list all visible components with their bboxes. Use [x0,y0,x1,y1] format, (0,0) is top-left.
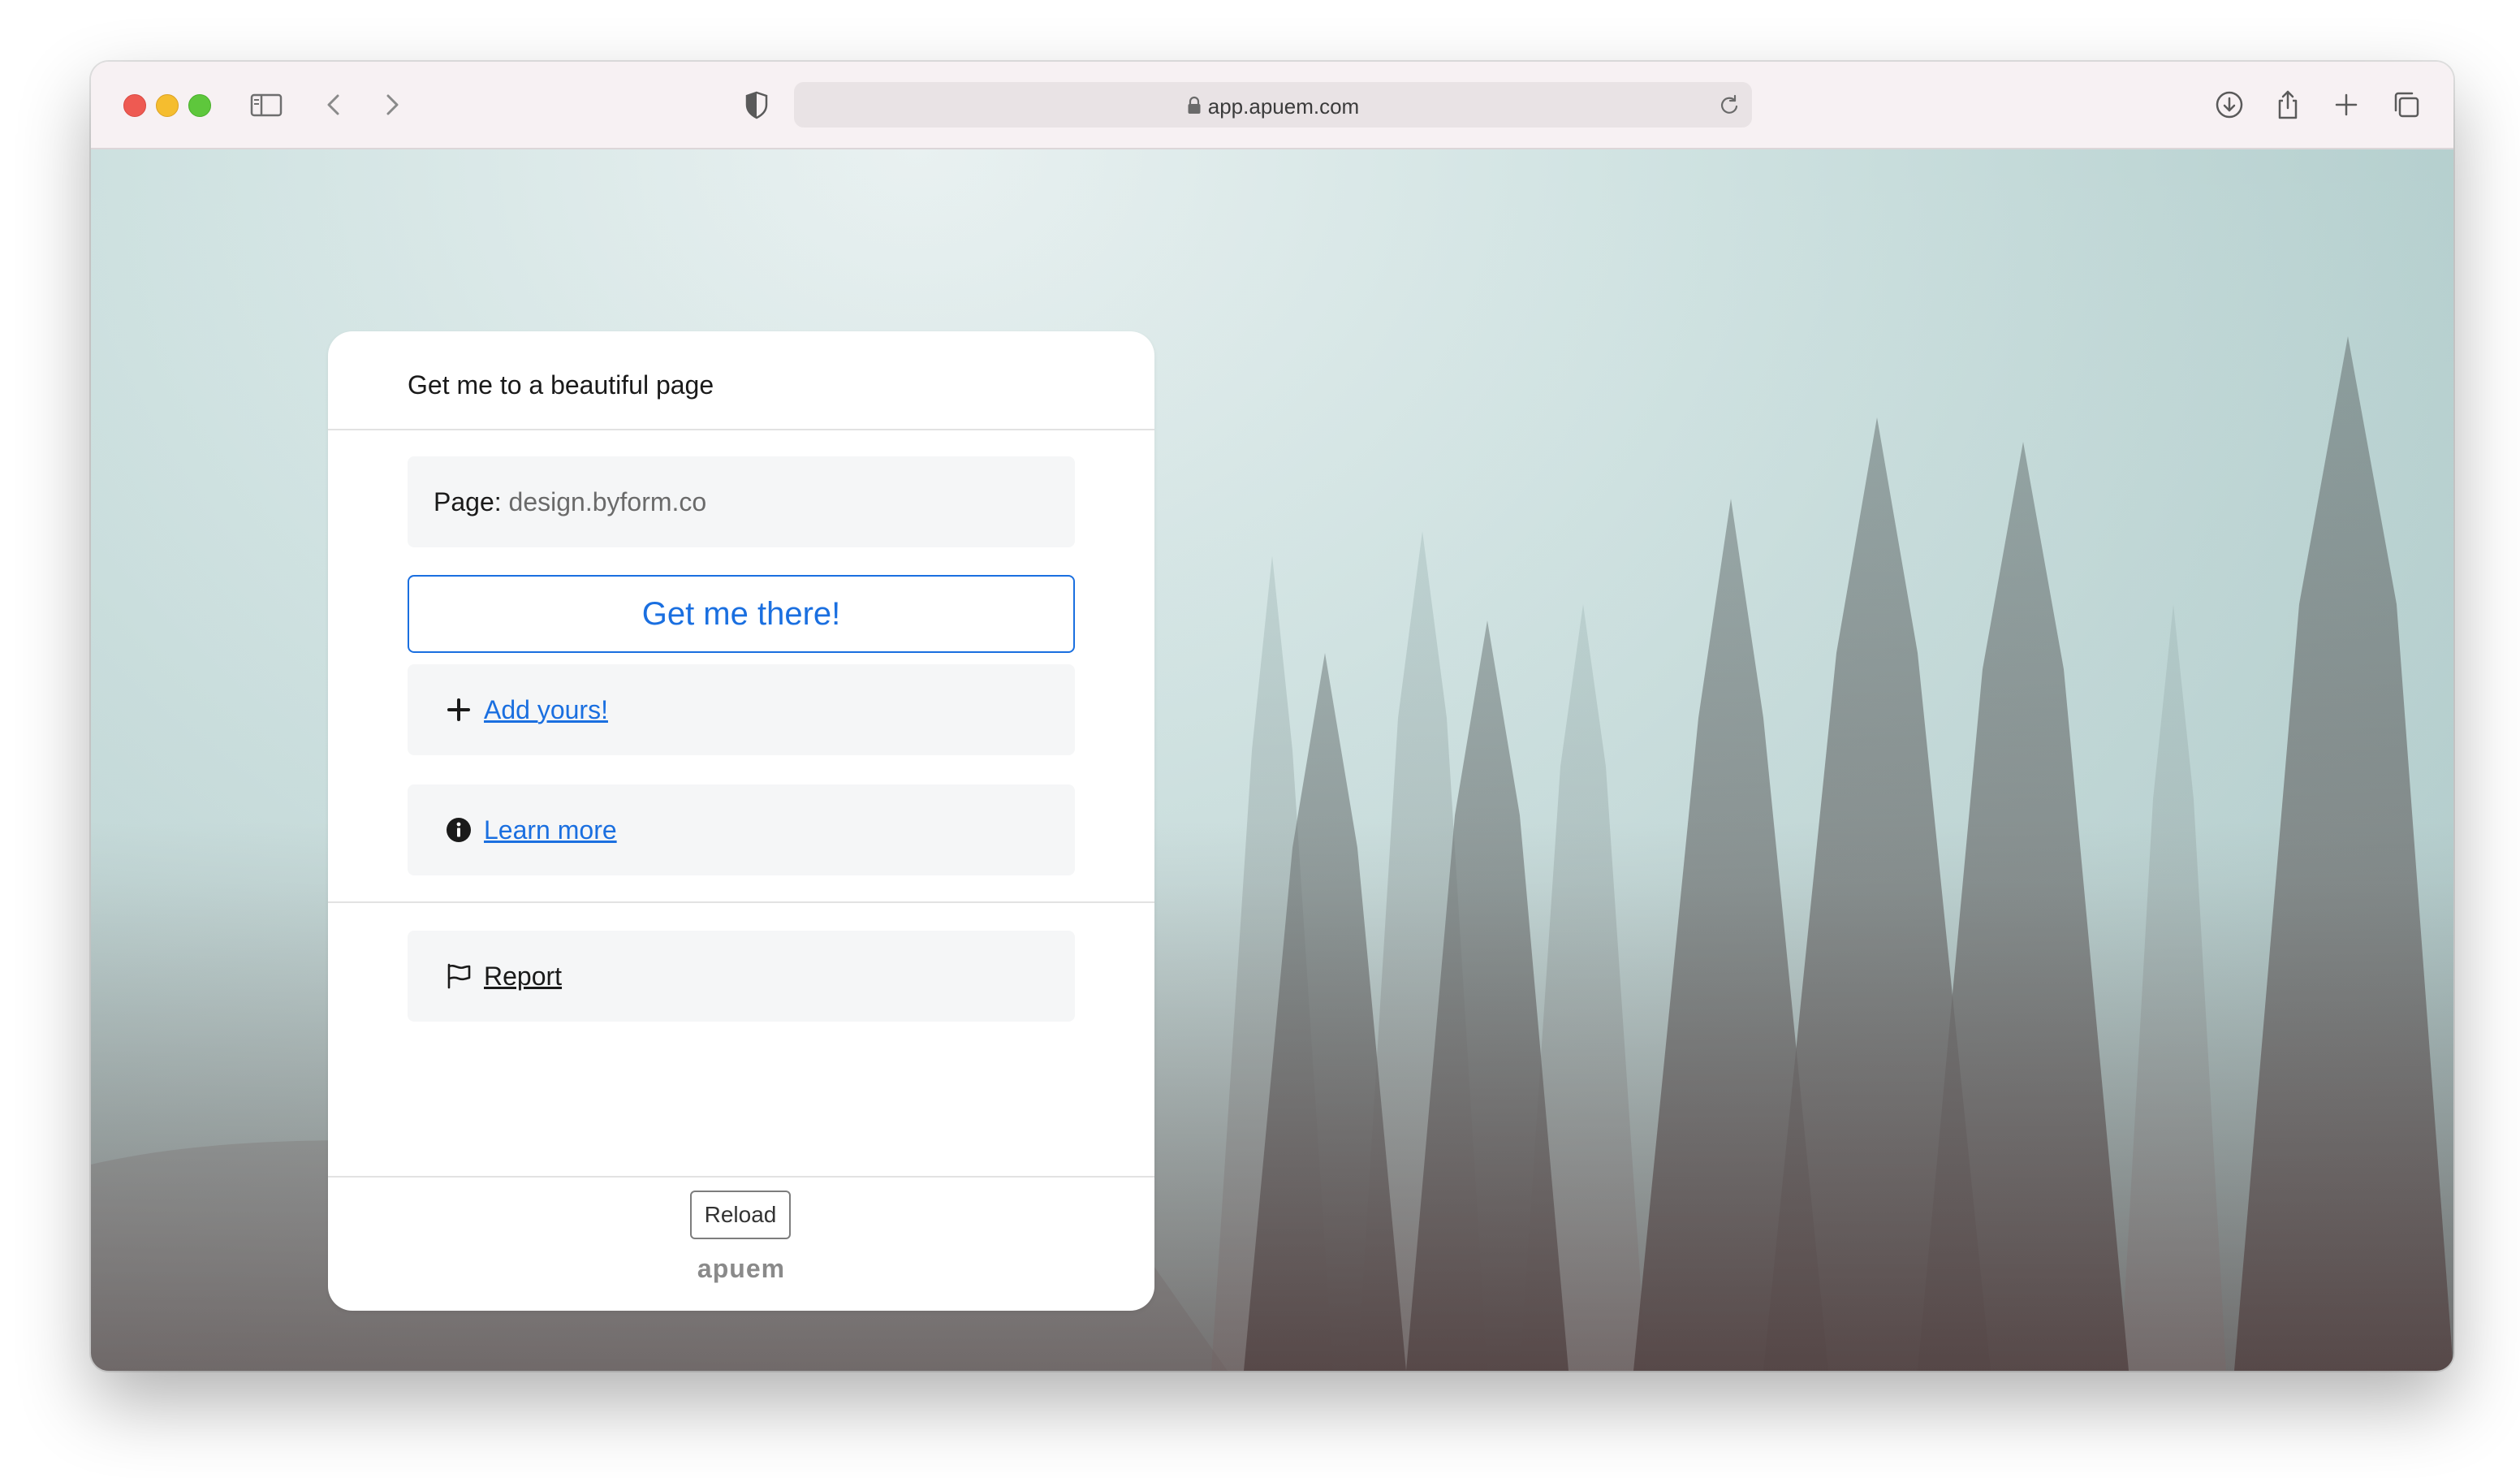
learn-more-row: Learn more [408,784,1075,875]
redirect-card: Get me to a beautiful page Page: design.… [328,331,1154,1311]
url-text-wrap: app.apuem.com [794,94,1752,119]
brand-logo: apuem [697,1254,786,1283]
learn-more-item: Learn more [445,784,617,875]
report-item: Report [445,931,562,1022]
address-bar[interactable]: app.apuem.com [794,82,1752,127]
divider [328,429,1154,430]
forward-icon[interactable] [375,89,408,121]
learn-more-link[interactable]: Learn more [484,815,617,845]
share-icon[interactable] [2272,89,2304,121]
zoom-window-button[interactable] [188,94,211,117]
download-icon[interactable] [2213,89,2246,121]
tabs-overview-icon[interactable] [2390,89,2423,121]
browser-window: app.apuem.com Get me to a beautiful page… [91,62,2453,1371]
add-yours-row: Add yours! [408,664,1075,755]
page-field-text: Page: design.byform.co [434,487,706,517]
divider [328,1176,1154,1178]
new-tab-icon[interactable] [2330,89,2362,121]
browser-toolbar: app.apuem.com [91,62,2453,149]
plus-icon [445,696,472,724]
close-window-button[interactable] [123,94,146,117]
url-text: app.apuem.com [1207,94,1360,119]
add-yours-item: Add yours! [445,664,608,755]
reload-icon[interactable] [1718,93,1741,116]
flag-icon [445,962,472,990]
sidebar-icon[interactable] [250,89,283,121]
shield-icon[interactable] [740,89,773,121]
reload-button[interactable]: Reload [690,1191,791,1239]
page-field: Page: design.byform.co [408,456,1075,547]
report-link[interactable]: Report [484,962,562,992]
page-content: Get me to a beautiful page Page: design.… [91,149,2453,1371]
divider [328,901,1154,903]
card-title: Get me to a beautiful page [408,370,714,400]
lock-icon [1187,96,1202,115]
add-yours-link[interactable]: Add yours! [484,695,608,725]
page-field-label: Page: [434,487,502,516]
info-icon [445,816,472,844]
report-row: Report [408,931,1075,1022]
get-me-there-button[interactable]: Get me there! [408,575,1075,653]
minimize-window-button[interactable] [156,94,179,117]
back-icon[interactable] [318,89,351,121]
page-field-value: design.byform.co [508,487,707,516]
